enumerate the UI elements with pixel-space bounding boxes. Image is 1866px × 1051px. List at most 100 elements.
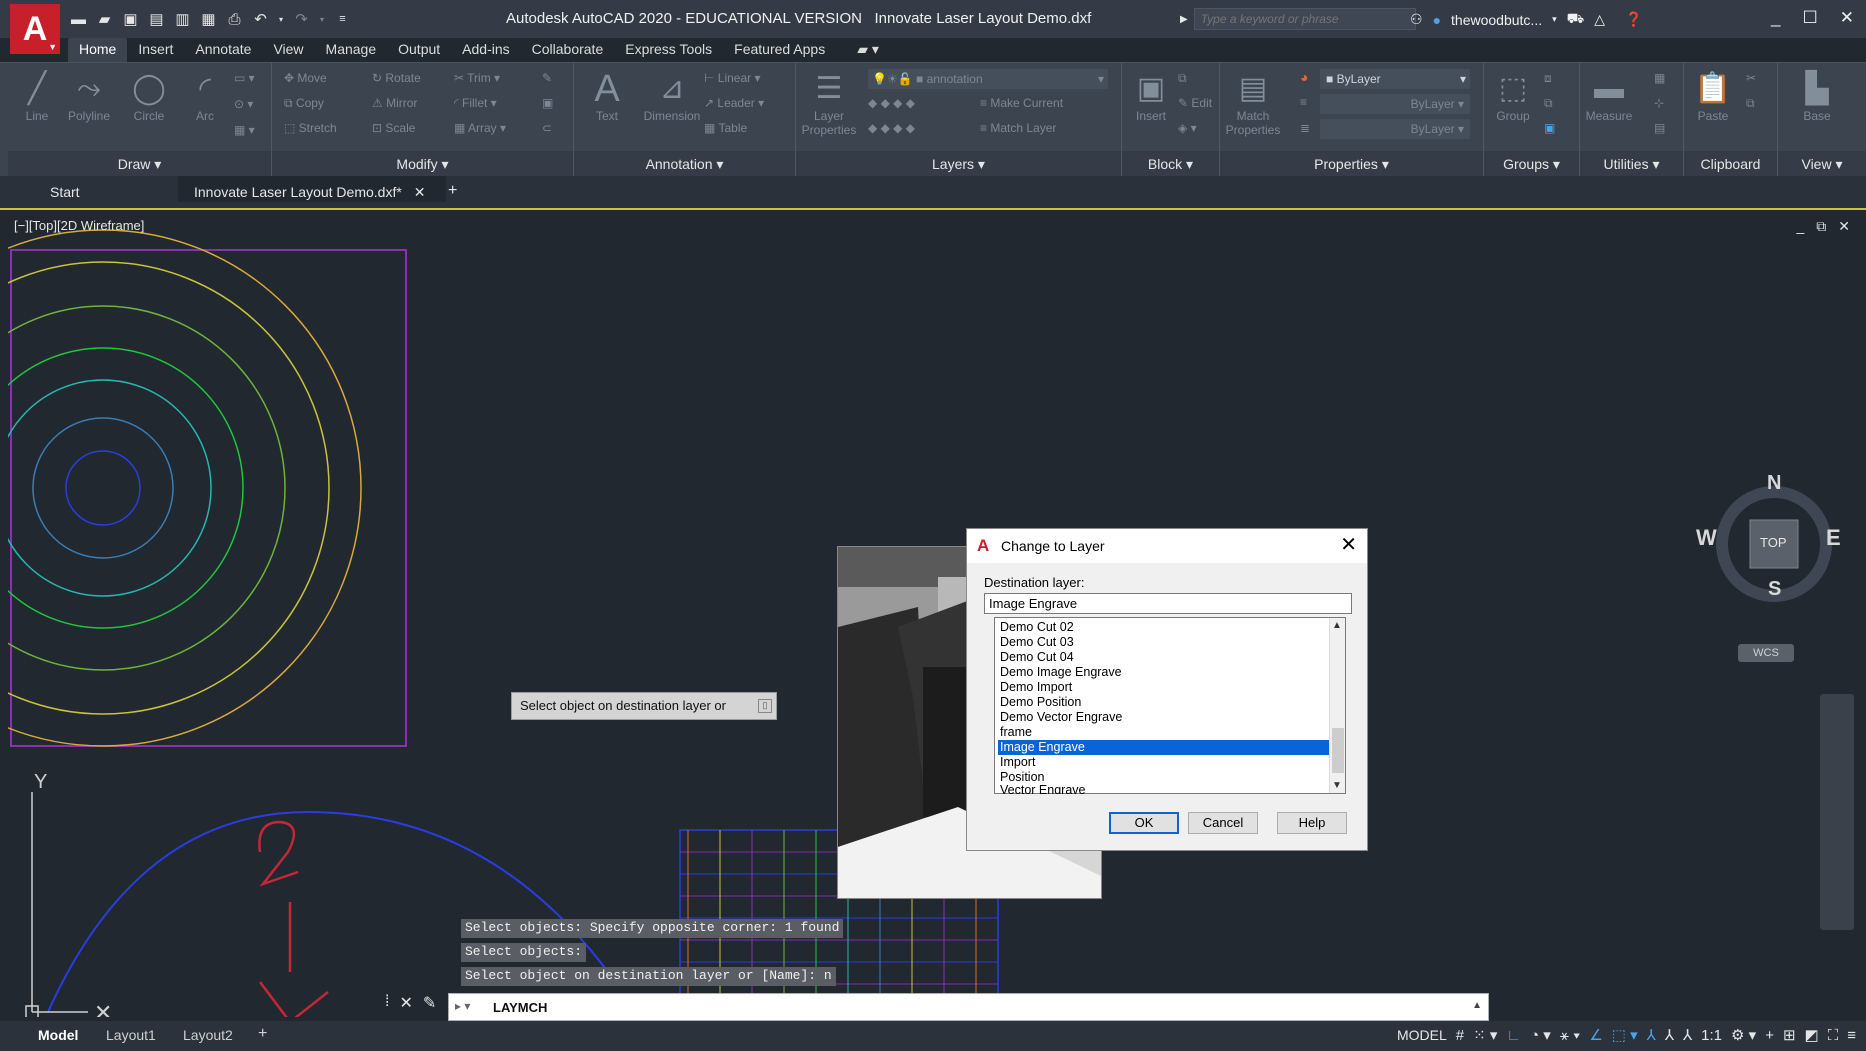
undo-icon[interactable]: ↶ <box>252 11 269 28</box>
id-point-icon[interactable]: ⊹ <box>1654 96 1664 110</box>
recent-commands-icon[interactable]: ▸ ▾ <box>455 999 470 1013</box>
close-tab-icon[interactable]: ✕ <box>414 184 426 200</box>
tab-annotate[interactable]: Annotate <box>184 38 262 62</box>
object-snap-tracking-icon[interactable]: ∠ <box>1589 1026 1602 1044</box>
tab-add-ins[interactable]: Add-ins <box>451 38 520 62</box>
tooltip-input-icon[interactable]: ▯ <box>758 699 772 713</box>
save-icon[interactable]: ▣ <box>122 11 139 28</box>
modify-panel-title[interactable]: Modify ▾ <box>272 151 573 177</box>
drawing-viewport[interactable]: Y ✕ [−][Top][2D Wireframe] _ ⧉ ✕ Select … <box>8 212 1866 1017</box>
rotate-tool[interactable]: ↻ Rotate <box>372 71 421 85</box>
search-expand-icon[interactable]: ▶ <box>1180 14 1188 25</box>
username-dropdown-icon[interactable]: ▾ <box>1552 14 1557 25</box>
circle-tool[interactable]: ◯ Circle <box>120 69 178 123</box>
layer-list-item[interactable]: Import <box>998 755 1332 770</box>
username[interactable]: thewoodbutc... <box>1451 12 1542 28</box>
layer-list[interactable]: Demo Cut 02 Demo Cut 03 Demo Cut 04 Demo… <box>994 617 1346 794</box>
viewport-controls-label[interactable]: [−][Top][2D Wireframe] <box>14 218 144 233</box>
base-view-tool[interactable]: ▙ Base <box>1788 69 1846 123</box>
wcs-menu-button[interactable]: WCS <box>1738 644 1794 662</box>
polyline-tool[interactable]: ⤳ Polyline <box>60 69 118 123</box>
cart-icon[interactable]: ⛟ <box>1567 10 1585 29</box>
tab-view[interactable]: View <box>262 38 314 62</box>
fillet-tool[interactable]: ◜ Fillet ▾ <box>454 96 497 110</box>
redo-icon[interactable]: ↷ <box>293 11 310 28</box>
layer-list-item-selected[interactable]: Image Engrave <box>998 740 1332 755</box>
line-tool[interactable]: ╱ Line <box>8 69 66 123</box>
arc-tool[interactable]: ◜ Arc <box>176 69 234 123</box>
fullscreen-icon[interactable]: ⛶ <box>1828 1027 1839 1044</box>
table-tool[interactable]: ▦ Table <box>704 121 747 135</box>
close-window-icon[interactable]: ✕ <box>1840 8 1854 28</box>
viewport-close-icon[interactable]: ✕ <box>1838 218 1850 235</box>
insert-block-tool[interactable]: ▣ Insert <box>1122 69 1180 123</box>
trim-tool[interactable]: ✂ Trim ▾ <box>454 71 500 85</box>
tab-start[interactable]: Start <box>50 184 80 200</box>
autodesk-a360-icon[interactable]: △ <box>1594 11 1605 28</box>
units-icon[interactable]: ⊞ <box>1783 1026 1796 1044</box>
tab-layout2[interactable]: Layout2 <box>183 1027 233 1043</box>
quick-calc-icon[interactable]: ▦ <box>1654 71 1665 85</box>
rectangle-icon[interactable]: ▭ ▾ <box>234 71 255 85</box>
edit-block-tool[interactable]: ✎ Edit <box>1178 96 1212 110</box>
lineweight-icon[interactable]: ≣ <box>1300 121 1310 135</box>
help-button[interactable]: Help <box>1277 812 1347 834</box>
model-space-toggle[interactable]: MODEL <box>1397 1027 1447 1043</box>
scale-tool[interactable]: ⊡ Scale <box>372 121 415 135</box>
utilities-panel-title[interactable]: Utilities ▾ <box>1580 151 1683 177</box>
stretch-tool[interactable]: ⬚ Stretch <box>284 121 337 135</box>
dialog-title-bar[interactable]: A Change to Layer ✕ <box>967 529 1367 563</box>
layer-list-item[interactable]: Position <box>998 770 1332 785</box>
command-line-grip-icon[interactable]: ⁞ <box>385 993 389 1013</box>
match-properties-tool[interactable]: ▤ Match Properties <box>1224 69 1282 137</box>
layer-dropdown[interactable]: 💡☀🔓 ■ annotation ▾ <box>868 69 1108 89</box>
object-snap-icon[interactable]: ⬚ ▾ <box>1612 1026 1638 1044</box>
array-tool[interactable]: ▦ Array ▾ <box>454 121 506 135</box>
minimize-icon[interactable]: _ <box>1771 8 1780 28</box>
cut-icon[interactable]: ✂ <box>1746 71 1756 85</box>
scroll-thumb[interactable] <box>1332 728 1344 773</box>
layer-list-item[interactable]: Vector Engrave <box>998 784 1332 794</box>
application-menu-button[interactable]: A ▼ <box>10 4 60 54</box>
command-line-customize-icon[interactable]: ✎ <box>423 993 436 1013</box>
layer-list-scrollbar[interactable]: ▲ ▼ <box>1329 618 1345 793</box>
explode-icon[interactable]: ▣ <box>542 96 553 110</box>
offset-icon[interactable]: ⊂ <box>542 121 552 135</box>
hatch-icon[interactable]: ⊙ ▾ <box>234 97 253 111</box>
color-dropdown[interactable]: ■ ByLayer ▾ <box>1320 69 1470 89</box>
new-layout-icon[interactable]: + <box>258 1025 267 1043</box>
tab-manage[interactable]: Manage <box>315 38 388 62</box>
open-folder-icon[interactable]: ▰ <box>96 11 113 28</box>
leader-tool[interactable]: ↗ Leader ▾ <box>704 96 764 110</box>
tab-featured-apps[interactable]: Featured Apps <box>723 38 836 62</box>
properties-panel-title[interactable]: Properties ▾ <box>1220 151 1483 177</box>
match-layer-tool[interactable]: ≡ Match Layer <box>980 121 1056 135</box>
viewport-restore-icon[interactable]: ⧉ <box>1816 218 1826 235</box>
layer-properties-tool[interactable]: ☰ Layer Properties <box>800 69 858 137</box>
measure-tool[interactable]: ▬ Measure <box>1580 69 1638 123</box>
customization-menu-icon[interactable]: ≡ <box>1847 1027 1856 1044</box>
tab-model[interactable]: Model <box>38 1027 78 1043</box>
annotation-scale-value[interactable]: 1:1 <box>1701 1027 1722 1044</box>
user-icon[interactable]: ● <box>1433 12 1441 28</box>
copy-tool[interactable]: ⧉ Copy <box>284 96 324 111</box>
layer-list-item[interactable]: frame <box>998 725 1332 740</box>
command-line-close-icon[interactable]: ✕ <box>399 993 412 1013</box>
tab-home[interactable]: Home <box>68 38 128 62</box>
layer-list-item[interactable]: Demo Position <box>998 695 1332 710</box>
undo-dropdown-icon[interactable]: ▾ <box>278 11 284 28</box>
open-web-icon[interactable]: ▥ <box>174 11 191 28</box>
layer-list-item[interactable]: Demo Vector Engrave <box>998 710 1332 725</box>
layer-list-item[interactable]: Demo Cut 03 <box>998 635 1332 650</box>
scroll-down-icon[interactable]: ▼ <box>1332 780 1342 791</box>
ungroup-icon[interactable]: ⧈ <box>1544 71 1552 86</box>
viewport-minimize-icon[interactable]: _ <box>1796 218 1804 235</box>
maximize-icon[interactable]: ☐ <box>1803 8 1818 28</box>
grid-icon[interactable]: # <box>1456 1027 1464 1044</box>
layer-list-item[interactable]: Demo Cut 02 <box>998 620 1332 635</box>
new-tab-icon[interactable]: + <box>448 182 457 200</box>
cancel-button[interactable]: Cancel <box>1188 812 1258 834</box>
command-input[interactable] <box>489 994 1389 1020</box>
polar-tracking-icon[interactable]: ◔ ▾ <box>1530 1026 1551 1044</box>
copy-clip-icon[interactable]: ⧉ <box>1746 96 1755 111</box>
